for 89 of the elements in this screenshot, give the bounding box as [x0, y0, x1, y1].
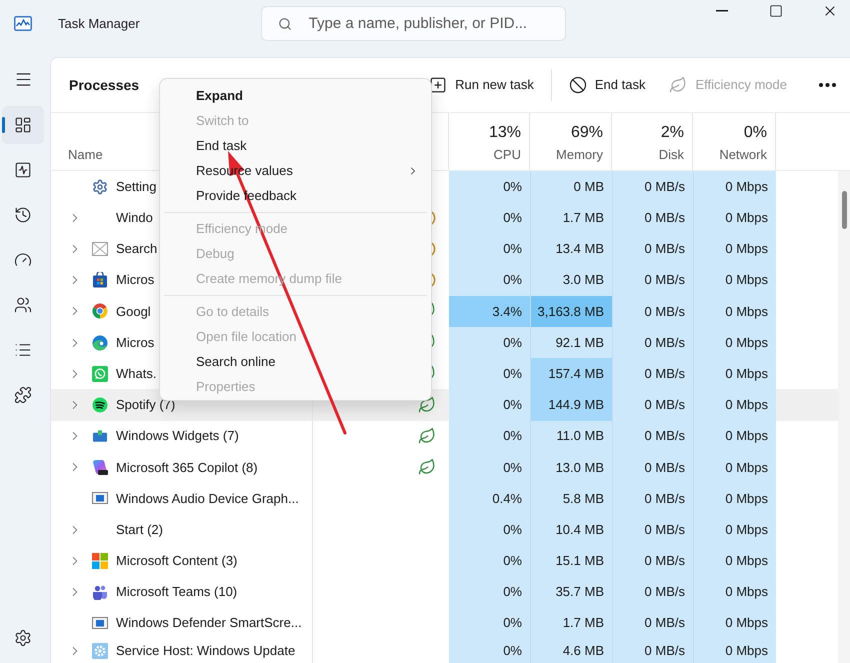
table-cell: 0% — [449, 608, 530, 639]
column-label: CPU — [494, 146, 521, 164]
table-cell: 157.4 MB — [530, 358, 612, 390]
table-cell: 1.7 MB — [530, 202, 612, 234]
table-cell: 0 Mbps — [693, 482, 776, 514]
table-cell: 0% — [449, 514, 530, 546]
table-cell: 0% — [449, 638, 530, 663]
table-cell: 0 MB/s — [612, 202, 693, 234]
table-cell: 0% — [449, 358, 530, 390]
table-cell: 4.6 MB — [530, 638, 612, 663]
column-total: 69% — [570, 123, 603, 143]
table-cell: 0% — [449, 420, 530, 452]
process-name: Whats. — [116, 364, 156, 383]
table-cell: 0 Mbps — [693, 514, 776, 546]
table-cell: 0 MB/s — [612, 389, 693, 420]
process-name: Microsoft Teams (10) — [116, 583, 238, 602]
process-name: Service Host: Windows Update — [116, 642, 296, 660]
column-total: 2% — [660, 123, 684, 143]
table-cell: 0 MB/s — [612, 420, 693, 452]
table-cell: 0% — [449, 452, 530, 483]
column-total: 13% — [488, 123, 521, 143]
process-name: Windows Audio Device Graph... — [116, 490, 299, 508]
process-name: Start (2) — [116, 520, 163, 539]
column-label: Memory — [556, 146, 603, 164]
table-cell: 0 Mbps — [693, 389, 776, 420]
table-cell: 3.4% — [449, 296, 530, 327]
table-cell: 0 Mbps — [693, 545, 776, 576]
column-total: 0% — [744, 123, 767, 143]
table-cell: 0 MB/s — [612, 171, 693, 202]
table-cell: 0% — [449, 202, 530, 234]
process-name: Windows Widgets (7) — [116, 427, 239, 446]
window-title: Task Manager — [58, 14, 140, 33]
column-label: Disk — [658, 146, 684, 164]
table-cell: 0 Mbps — [693, 638, 776, 663]
table-cell: 5.8 MB — [530, 482, 612, 514]
table-cell: 15.1 MB — [530, 545, 612, 576]
table-cell: 0.4% — [449, 482, 530, 514]
table-cell: 0 MB/s — [612, 358, 693, 390]
table-cell: 0 MB/s — [612, 545, 693, 576]
table-cell: 0 Mbps — [693, 420, 776, 452]
process-name: Microsoft Content (3) — [116, 552, 238, 570]
table-cell: 0% — [449, 233, 530, 265]
process-name: Windows Defender SmartScre... — [116, 614, 302, 632]
table-cell: 0 Mbps — [693, 452, 776, 483]
table-cell: 0 MB/s — [612, 452, 693, 483]
table-cell: 0 MB — [530, 171, 612, 202]
table-cell: 10.4 MB — [530, 514, 612, 546]
table-cell: 13.4 MB — [530, 233, 612, 265]
table-cell: 11.0 MB — [530, 420, 612, 452]
table-cell: 0 MB/s — [612, 576, 693, 608]
process-name: Microsoft 365 Copilot (8) — [116, 458, 258, 477]
table-cell: 0% — [449, 264, 530, 296]
column-label: Network — [719, 146, 767, 164]
table-cell: 0 Mbps — [693, 576, 776, 608]
table-cell: 0 Mbps — [693, 264, 776, 296]
table-cell: 0 MB/s — [612, 233, 693, 265]
table-cell: 92.1 MB — [530, 326, 612, 358]
table-cell: 0 MB/s — [612, 514, 693, 546]
table-cell: 0 MB/s — [612, 482, 693, 514]
process-name: Googl — [116, 302, 151, 321]
process-name: Micros — [116, 334, 154, 352]
table-cell: 3,163.8 MB — [530, 296, 612, 327]
table-cell: 0 MB/s — [612, 326, 693, 358]
page-title: Processes — [69, 76, 140, 94]
table-cell: 1.7 MB — [530, 608, 612, 639]
table-cell: 0 MB/s — [612, 608, 693, 639]
table-cell: 0% — [449, 576, 530, 608]
table-cell: 144.9 MB — [530, 389, 612, 420]
table-cell: 13.0 MB — [530, 452, 612, 483]
table-cell: 0 Mbps — [693, 608, 776, 639]
table-cell: 0 Mbps — [693, 171, 776, 202]
table-cell: 0 MB/s — [612, 638, 693, 663]
table-cell: 0 Mbps — [693, 296, 776, 327]
table-cell: 35.7 MB — [530, 576, 612, 608]
table-cell: 0 MB/s — [612, 296, 693, 327]
process-name: Windo — [116, 209, 153, 228]
table-cell: 0 MB/s — [612, 264, 693, 296]
table-cell: 0% — [449, 389, 530, 420]
table-cell: 0 Mbps — [693, 326, 776, 358]
table-cell: 0% — [449, 545, 530, 576]
table-cell: 0 Mbps — [693, 358, 776, 390]
process-name: Micros — [116, 271, 154, 290]
table-cell: 0 Mbps — [693, 202, 776, 234]
process-name: Setting — [116, 178, 156, 196]
table-cell: 3.0 MB — [530, 264, 612, 296]
process-name: Search — [116, 240, 158, 258]
table-cell: 0% — [449, 326, 530, 358]
table-cell: 0% — [449, 171, 530, 202]
table-cell: 0 Mbps — [693, 233, 776, 265]
